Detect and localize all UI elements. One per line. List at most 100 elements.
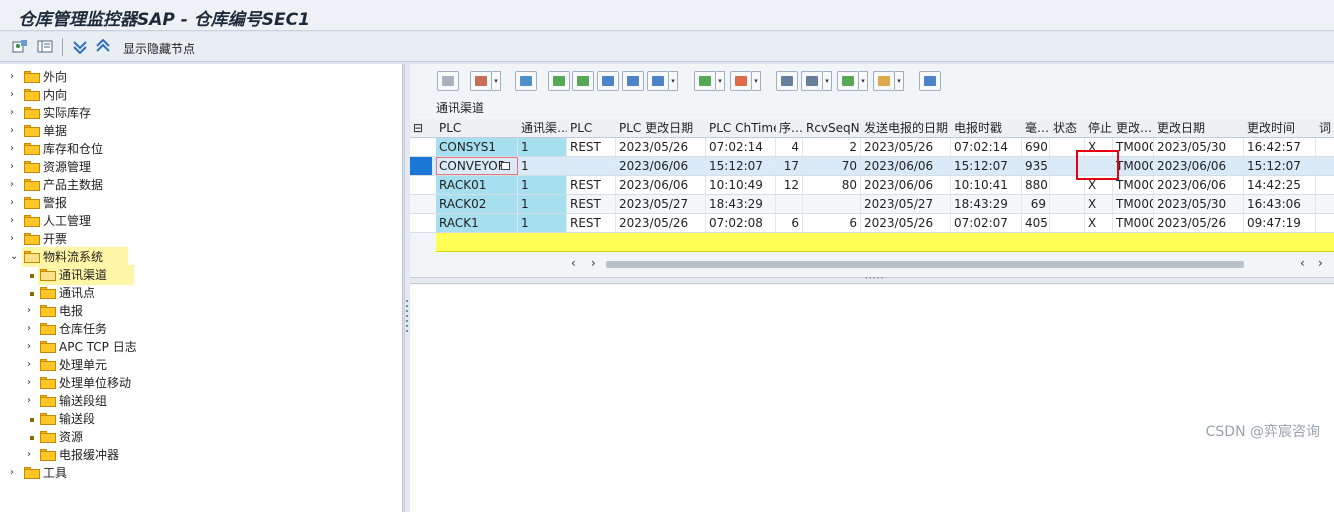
empty-input-row[interactable] [436,233,1334,252]
vertical-splitter[interactable] [404,64,409,512]
dropdown-arrow-icon[interactable]: ▾ [752,71,761,91]
table-cell[interactable]: REST [567,138,616,156]
table-cell[interactable]: 10:10:41 [951,176,1022,194]
table-cell[interactable]: 70 [803,157,861,175]
expand-all-icon[interactable] [72,39,88,54]
chevron-right-icon[interactable]: › [10,140,20,158]
table-cell[interactable]: 880 [1022,176,1050,194]
chevron-right-icon[interactable]: › [10,86,20,104]
table-cell[interactable]: 2023/05/27 [616,195,706,213]
table-cell[interactable]: 690 [1022,138,1050,156]
table-cell[interactable]: CONSYS1 [436,138,518,156]
show-hidden-nodes-button[interactable]: 显示隐藏节点 [123,40,195,57]
column-header[interactable]: 更改… [1113,119,1154,138]
table-cell[interactable]: 15:12:07 [706,157,776,175]
table-cell[interactable]: TM000 [1113,176,1154,194]
column-header[interactable]: PLC [567,119,616,138]
table-cell[interactable]: 2023/05/26 [616,214,706,232]
chevron-right-icon[interactable]: › [27,392,37,410]
horizontal-scrollbar[interactable]: ‹ › ‹ › [410,255,1334,273]
chevron-right-icon[interactable]: › [10,194,20,212]
layout-icon[interactable] [37,39,53,54]
table-cell[interactable]: TM000 [1113,214,1154,232]
table-cell[interactable]: 6 [803,214,861,232]
views-icon[interactable] [801,71,823,91]
table-cell[interactable]: REST [567,214,616,232]
table-cell[interactable]: 2023/05/27 [861,195,951,213]
table-cell[interactable]: 18:43:29 [951,195,1022,213]
table-cell[interactable]: 07:02:14 [951,138,1022,156]
scroll-left-icon[interactable]: ‹ [571,256,576,270]
column-header[interactable]: PLC 更改日期 [616,119,706,138]
chevron-right-icon[interactable]: › [27,338,37,356]
table-cell[interactable]: REST [567,195,616,213]
column-header[interactable]: 状态 [1050,119,1085,138]
find-icon[interactable] [597,71,619,91]
chevron-right-icon[interactable]: › [10,176,20,194]
table-cell[interactable]: 2023/06/06 [616,157,706,175]
column-header[interactable]: 毫… [1022,119,1050,138]
table-row[interactable]: CONVEYOR 1 2023/06/06 15:12:07 17 70 2023/06/0… [410,157,1334,176]
table-cell[interactable]: 2023/05/26 [1154,214,1244,232]
table-cell[interactable]: 16:43:06 [1244,195,1316,213]
refresh-icon[interactable] [515,71,537,91]
table-cell[interactable]: 2023/05/26 [861,214,951,232]
chevron-right-icon[interactable]: › [10,158,20,176]
table-cell[interactable]: 14:42:25 [1244,176,1316,194]
layout-grid-icon[interactable] [873,71,895,91]
column-header[interactable]: 词 [1316,119,1334,138]
table-cell[interactable]: 07:02:07 [951,214,1022,232]
chevron-right-icon[interactable]: › [27,302,37,320]
table-cell[interactable] [1050,214,1085,232]
row-selector[interactable] [410,138,432,156]
dropdown-arrow-icon[interactable]: ▾ [492,71,501,91]
column-header[interactable]: 序… [776,119,803,138]
column-header[interactable]: 发送电报的日期 [861,119,951,138]
scroll-right-icon[interactable]: › [1318,256,1323,270]
table-cell[interactable]: X [1085,214,1113,232]
row-selector[interactable] [410,214,432,232]
table-cell[interactable]: 12 [776,176,803,194]
subtotal-icon[interactable] [730,71,752,91]
details-icon[interactable] [437,71,459,91]
table-cell[interactable]: REST [567,176,616,194]
filter-icon[interactable] [647,71,669,91]
table-cell[interactable]: 2023/06/06 [861,157,951,175]
scroll-right-icon[interactable]: › [591,256,596,270]
row-selector[interactable] [410,176,432,194]
table-cell[interactable]: 4 [776,138,803,156]
table-cell[interactable]: 15:12:07 [951,157,1022,175]
table-cell[interactable]: 2023/05/26 [616,138,706,156]
table-cell[interactable]: 07:02:14 [706,138,776,156]
chevron-right-icon[interactable]: › [10,464,20,482]
sort-descending-icon[interactable] [572,71,594,91]
table-cell[interactable]: 18:43:29 [706,195,776,213]
chevron-right-icon[interactable]: › [10,230,20,248]
table-cell[interactable]: 1 [518,157,567,175]
table-cell[interactable]: RACK1 [436,214,518,232]
print-icon[interactable] [776,71,798,91]
dropdown-arrow-icon[interactable]: ▾ [823,71,832,91]
table-cell[interactable]: 10:10:49 [706,176,776,194]
table-cell[interactable]: 69 [1022,195,1050,213]
table-cell[interactable] [776,195,803,213]
table-cell[interactable]: 16:42:57 [1244,138,1316,156]
table-cell[interactable] [1050,195,1085,213]
sort-ascending-icon[interactable] [548,71,570,91]
table-row[interactable]: RACK02 1 REST 2023/05/27 18:43:29 2023/05/27 1… [410,195,1334,214]
table-cell[interactable] [803,195,861,213]
chevron-right-icon[interactable]: › [27,446,37,464]
table-cell[interactable]: 09:47:19 [1244,214,1316,232]
table-cell[interactable]: 1 [518,138,567,156]
column-header[interactable]: PLC [436,119,518,138]
table-cell[interactable]: 07:02:08 [706,214,776,232]
scroll-thumb[interactable] [606,261,1244,268]
table-cell[interactable]: 1 [518,195,567,213]
table-row[interactable]: RACK01 1 REST 2023/06/06 10:10:49 12 80 2023/06… [410,176,1334,195]
export-icon[interactable] [837,71,859,91]
column-header[interactable]: 电报时戳 [951,119,1022,138]
table-cell[interactable]: RACK01 [436,176,518,194]
table-cell[interactable]: 1 [518,214,567,232]
table-cell[interactable]: 2023/06/06 [1154,176,1244,194]
value-help-icon[interactable] [501,162,510,170]
